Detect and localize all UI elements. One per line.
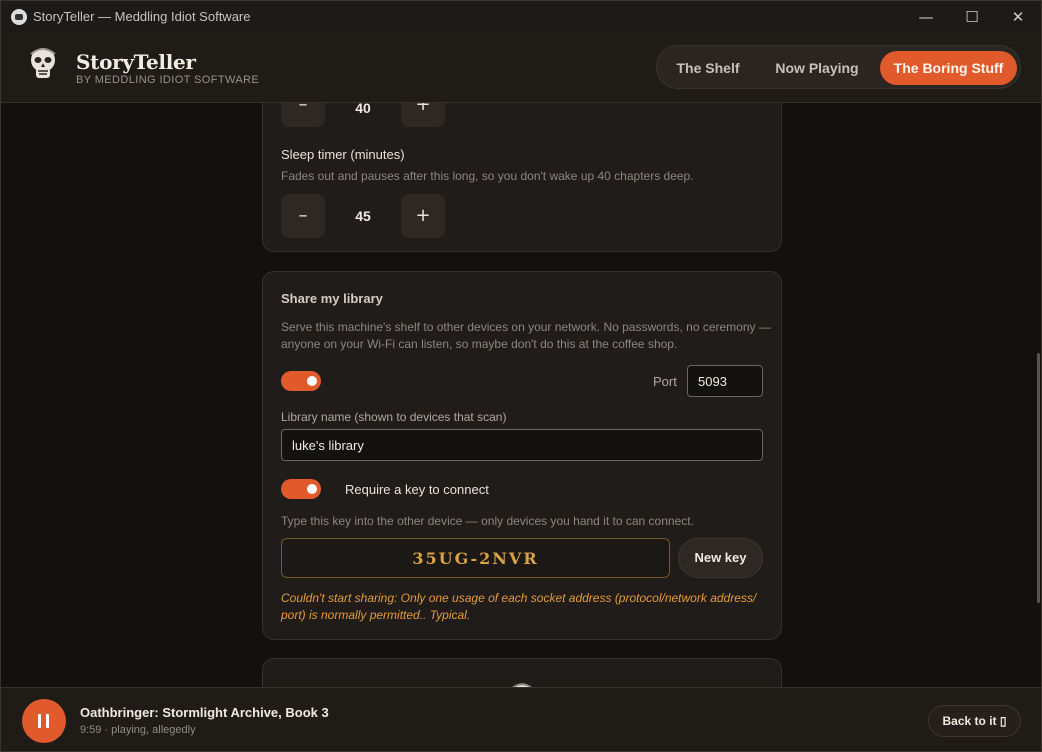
upper-stepper-value: 40 xyxy=(355,103,371,116)
share-description-line2: anyone on your Wi-Fi can listen, so mayb… xyxy=(281,337,678,351)
close-button[interactable]: ✕ xyxy=(995,1,1041,32)
library-name-label: Library name (shown to devices that scan… xyxy=(281,410,507,424)
new-key-button[interactable]: New key xyxy=(678,538,763,578)
share-library-card: Share my library Serve this machine's sh… xyxy=(262,271,782,640)
access-key-display: 35UG-2NVR xyxy=(281,538,670,578)
content-scrollbar[interactable] xyxy=(1037,353,1040,603)
brand-subtitle: BY MEDDLING IDIOT SOFTWARE xyxy=(76,74,260,86)
app-header: StoryTeller BY MEDDLING IDIOT SOFTWARE T… xyxy=(1,32,1041,103)
window-controls: — ☐ ✕ xyxy=(903,1,1041,32)
share-error-line1: Couldn't start sharing: Only one usage o… xyxy=(281,591,757,605)
port-input[interactable]: 5093 xyxy=(687,365,763,397)
share-description-line1: Serve this machine's shelf to other devi… xyxy=(281,320,771,334)
sleep-timer-label: Sleep timer (minutes) xyxy=(281,147,405,162)
playback-settings-card: – 40 + Sleep timer (minutes) Fades out a… xyxy=(262,103,782,252)
sleep-timer-help: Fades out and pauses after this long, so… xyxy=(281,169,694,183)
player-bar: Oathbringer: Stormlight Archive, Book 3 … xyxy=(1,687,1041,751)
now-playing-title: Oathbringer: Stormlight Archive, Book 3 xyxy=(80,705,329,720)
window-title: StoryTeller — Meddling Idiot Software xyxy=(33,9,251,24)
require-key-label: Require a key to connect xyxy=(345,482,489,497)
tab-the-shelf[interactable]: The Shelf xyxy=(665,51,751,85)
require-key-toggle[interactable] xyxy=(281,479,321,499)
tab-now-playing[interactable]: Now Playing xyxy=(767,51,867,85)
sleep-timer-decrement-button[interactable]: – xyxy=(281,194,325,238)
main-nav: The Shelf Now Playing The Boring Stuff xyxy=(656,45,1021,89)
library-name-input[interactable]: luke's library xyxy=(281,429,763,461)
sleep-timer-increment-button[interactable]: + xyxy=(401,194,445,238)
key-help-text: Type this key into the other device — on… xyxy=(281,514,694,528)
now-playing-status: 9:59 · playing, allegedly xyxy=(80,724,196,736)
tab-the-boring-stuff[interactable]: The Boring Stuff xyxy=(880,51,1017,85)
upper-decrement-button[interactable]: – xyxy=(281,103,325,127)
brand-title: StoryTeller xyxy=(76,50,196,74)
skull-logo-icon xyxy=(30,48,56,78)
pause-icon xyxy=(38,714,41,728)
title-bar: StoryTeller — Meddling Idiot Software — … xyxy=(1,1,1041,32)
share-error-line2: port) is normally permitted.. Typical. xyxy=(281,608,471,622)
pause-button[interactable] xyxy=(22,699,66,743)
minimize-button[interactable]: — xyxy=(903,1,949,32)
port-label: Port xyxy=(653,374,677,389)
pause-icon-bar xyxy=(46,714,49,728)
next-settings-card xyxy=(262,658,782,687)
share-section-title: Share my library xyxy=(281,291,383,306)
app-icon xyxy=(11,8,27,25)
upper-increment-button[interactable]: + xyxy=(401,103,445,127)
toggle-knob xyxy=(307,484,317,494)
back-to-it-button[interactable]: Back to it ▯ xyxy=(928,705,1021,737)
maximize-button[interactable]: ☐ xyxy=(949,1,995,32)
sleep-timer-value: 45 xyxy=(355,208,371,224)
toggle-knob xyxy=(307,376,317,386)
settings-content[interactable]: – 40 + Sleep timer (minutes) Fades out a… xyxy=(1,103,1041,687)
share-enabled-toggle[interactable] xyxy=(281,371,321,391)
app-window: StoryTeller — Meddling Idiot Software — … xyxy=(0,0,1042,752)
